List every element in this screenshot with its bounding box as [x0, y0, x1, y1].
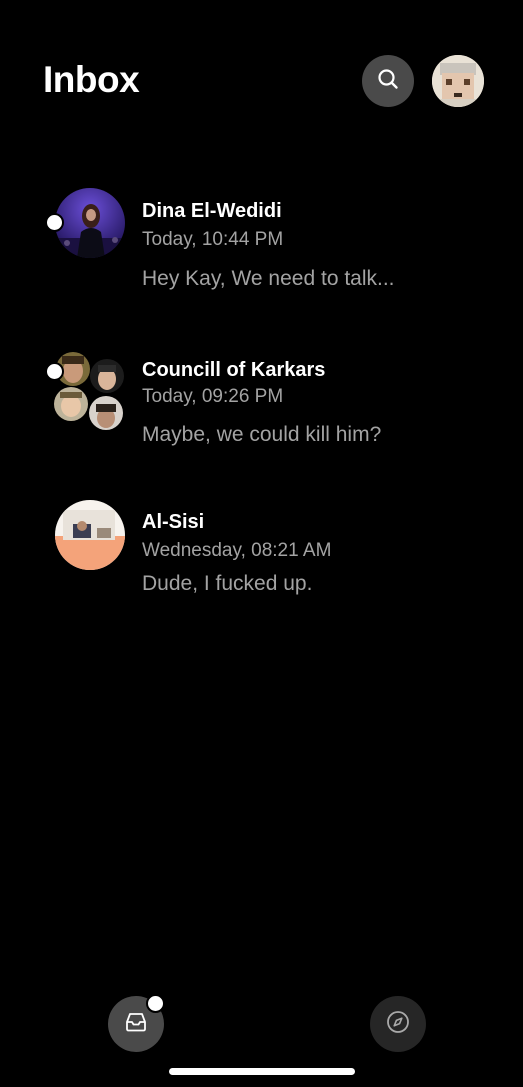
compass-icon — [386, 1010, 410, 1039]
profile-avatar[interactable] — [432, 55, 484, 107]
conversation-time: Today, 10:44 PM — [142, 229, 284, 250]
conversation-item-al-sisi[interactable]: Al-Sisi Wednesday, 08:21 AM Dude, I fuck… — [0, 500, 523, 630]
search-button[interactable] — [362, 55, 414, 107]
conversation-preview: Dude, I fucked up. — [142, 572, 313, 595]
group-member-avatar — [54, 387, 88, 421]
conversation-name: Councill of Karkars — [142, 359, 326, 381]
conversation-name: Dina El-Wedidi — [142, 200, 282, 222]
inbox-notification-dot — [146, 994, 165, 1013]
search-icon — [377, 68, 399, 95]
group-avatar — [45, 350, 125, 430]
home-indicator — [169, 1068, 355, 1075]
inbox-tray-icon — [124, 1011, 148, 1038]
nav-explore-button[interactable] — [370, 996, 426, 1052]
page-title: Inbox — [43, 59, 140, 100]
conversation-name: Al-Sisi — [142, 511, 205, 533]
group-member-avatar — [90, 359, 124, 393]
avatar — [55, 500, 125, 570]
conversation-time: Today, 09:26 PM — [142, 386, 284, 407]
conversation-item-councill-of-karkars[interactable]: Councill of Karkars Today, 09:26 PM Mayb… — [0, 350, 523, 480]
group-member-avatar — [89, 396, 123, 430]
conversation-preview: Maybe, we could kill him? — [142, 423, 382, 446]
avatar — [45, 188, 125, 258]
conversation-preview: Hey Kay, We need to talk... — [142, 267, 395, 290]
unread-indicator — [45, 213, 64, 232]
conversation-item-dina-el-wedidi[interactable]: Dina El-Wedidi Today, 10:44 PM Hey Kay, … — [0, 188, 523, 318]
conversation-time: Wednesday, 08:21 AM — [142, 540, 332, 561]
unread-indicator — [45, 362, 64, 381]
